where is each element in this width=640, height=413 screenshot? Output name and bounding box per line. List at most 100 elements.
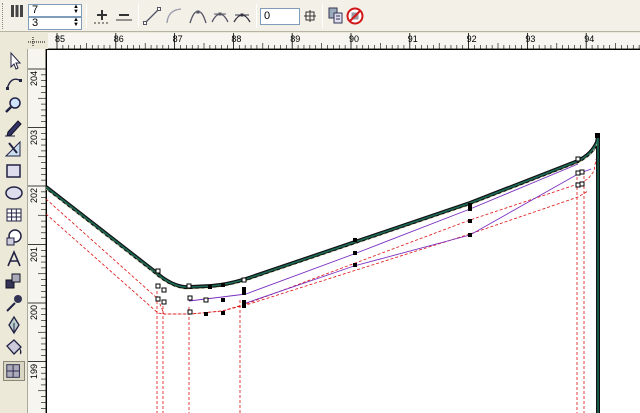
main-curve-highlight	[46, 143, 598, 290]
clear-transform-button[interactable]	[345, 6, 365, 26]
vruler-label: 199	[29, 363, 39, 379]
columns-value: 7	[32, 4, 39, 16]
node-marker	[161, 299, 167, 305]
cusp-node-button[interactable]	[188, 6, 208, 26]
node-marker	[353, 263, 357, 267]
rows-spinner[interactable]: ▲ ▼	[71, 17, 81, 29]
hruler-label: 87	[172, 34, 183, 44]
node-marker	[204, 312, 208, 316]
node-marker	[161, 287, 167, 293]
text-tool[interactable]	[3, 249, 25, 269]
copy-properties-button[interactable]	[326, 6, 346, 26]
rows-input[interactable]: 3 ▲ ▼	[28, 17, 82, 30]
rows-value: 3	[32, 17, 39, 29]
toolbox	[0, 49, 28, 413]
node-marker	[353, 238, 357, 242]
interactive-fill-tool[interactable]	[3, 361, 25, 381]
node-marker	[595, 133, 600, 138]
interactive-blend-tool[interactable]	[3, 271, 25, 291]
table-columns-icon	[10, 4, 24, 21]
node-marker	[575, 156, 581, 162]
columns-input[interactable]: 7 ▲ ▼	[28, 4, 82, 17]
reduce-nodes-button[interactable]	[300, 6, 320, 26]
zoom-tool[interactable]	[3, 95, 25, 115]
ellipse-tool[interactable]	[3, 183, 25, 203]
smooth-node-button[interactable]	[210, 6, 230, 26]
node-marker	[221, 283, 225, 287]
purple-offset-curve-1	[245, 163, 579, 295]
smart-fill-tool[interactable]	[3, 139, 25, 159]
copy-icon	[328, 7, 343, 24]
to-line-button[interactable]	[142, 6, 162, 26]
fill-tool[interactable]	[3, 337, 25, 357]
red-offset-curve-1	[46, 158, 597, 315]
basic-shapes-icon	[6, 229, 22, 246]
drawing-svg	[46, 49, 640, 413]
outline-tool[interactable]	[3, 315, 25, 335]
rectangle-tool[interactable]	[3, 161, 25, 181]
node-marker	[579, 181, 585, 187]
vruler-label: 200	[29, 305, 39, 321]
node-count-value: 0	[264, 10, 271, 22]
hruler-label: 86	[113, 34, 124, 44]
node-marker	[187, 309, 193, 315]
vruler-label: 203	[29, 129, 39, 145]
freehand-tool[interactable]	[3, 117, 25, 137]
delete-node-button[interactable]	[114, 6, 134, 26]
hruler-label: 85	[55, 34, 66, 44]
vruler-label: 202	[29, 188, 39, 204]
columns-spinner[interactable]: ▲ ▼	[71, 4, 81, 16]
property-bar: 7 ▲ ▼ 3 ▲ ▼ 0	[0, 0, 640, 32]
add-node-icon	[94, 10, 110, 24]
hruler-label: 92	[466, 34, 477, 44]
node-marker	[187, 295, 193, 301]
magnifier-icon	[5, 97, 21, 113]
basic-shapes-tool[interactable]	[3, 227, 25, 247]
symmetric-node-button[interactable]	[232, 6, 252, 26]
drawing-canvas[interactable]	[46, 49, 640, 413]
graph-paper-tool[interactable]	[3, 205, 25, 225]
to-curve-button[interactable]	[164, 6, 184, 26]
hruler-label: 88	[231, 34, 242, 44]
curve-segment-icon	[166, 8, 182, 24]
pick-tool[interactable]	[3, 51, 25, 71]
blend-icon	[5, 273, 21, 289]
ellipse-icon	[5, 186, 23, 200]
vertical-ruler[interactable]: 204 203 202 201 200 199	[28, 49, 46, 413]
extract-nodes-icon	[304, 10, 316, 22]
node-marker	[468, 233, 472, 237]
horizontal-ruler[interactable]: 85 86 87 88 89 90 91 92 93 94	[48, 33, 640, 49]
node-count-input[interactable]: 0	[260, 8, 300, 25]
symmetric-node-icon	[233, 13, 251, 23]
toolbar-grip[interactable]	[2, 3, 5, 29]
node-markers	[155, 133, 600, 316]
node-marker	[241, 277, 247, 283]
node-marker	[155, 296, 161, 302]
shape-tool[interactable]	[3, 73, 25, 93]
node-marker	[579, 169, 585, 175]
hruler-label: 91	[407, 34, 418, 44]
main-curve-outline	[46, 136, 600, 413]
node-marker	[242, 304, 246, 308]
cusp-node-icon	[189, 10, 207, 24]
add-node-button[interactable]	[92, 6, 112, 26]
eyedropper-tool[interactable]	[3, 293, 25, 313]
node-marker	[468, 203, 472, 207]
grid-icon	[6, 208, 22, 222]
offset-guides-red	[46, 158, 597, 413]
node-marker	[208, 285, 212, 289]
node-marker	[221, 311, 225, 315]
pencil-icon	[5, 120, 22, 137]
text-a-icon	[7, 249, 21, 267]
hruler-label: 93	[525, 34, 536, 44]
node-marker	[242, 287, 246, 291]
vruler-label: 201	[29, 246, 39, 262]
toolbar-separator	[256, 4, 257, 28]
node-marker	[353, 251, 357, 255]
node-marker	[468, 219, 472, 223]
ruler-origin-corner[interactable]	[0, 33, 48, 49]
smart-fill-icon	[4, 140, 21, 157]
node-marker	[186, 283, 192, 289]
node-marker	[221, 298, 225, 302]
hruler-label: 90	[349, 34, 360, 44]
